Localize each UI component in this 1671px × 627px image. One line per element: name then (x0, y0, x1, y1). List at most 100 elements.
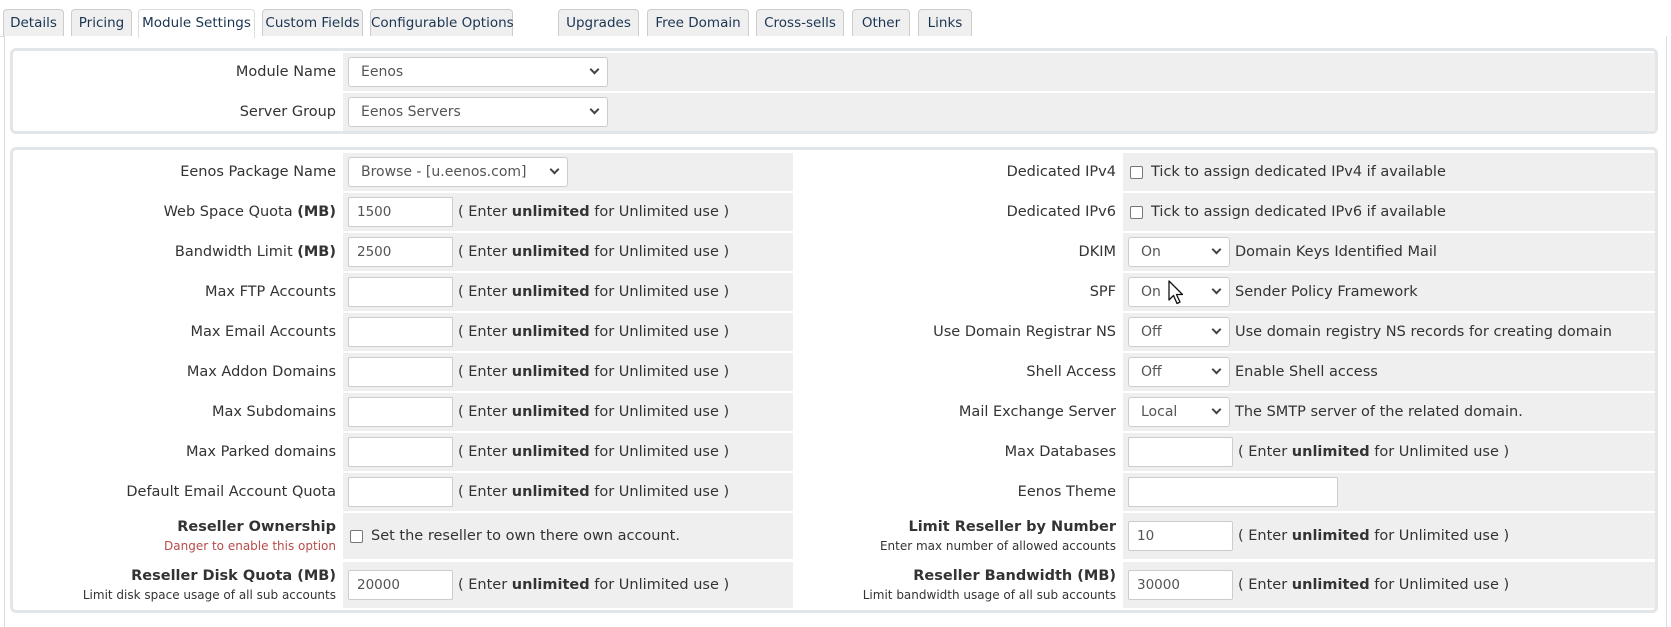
unlimited-hint: ( Enter unlimited for Unlimited use ) (458, 364, 730, 380)
reseller-ownership-checkbox[interactable] (350, 529, 363, 543)
reseller-disk-sublabel: Limit disk space usage of all sub accoun… (82, 588, 336, 602)
tab-links[interactable]: Links (918, 9, 972, 37)
settings-row: Max Email Accounts ( Enter unlimited for… (13, 313, 1655, 351)
reseller-bandwidth-input[interactable]: 30000 (1128, 570, 1233, 600)
addon-domains-input[interactable] (348, 357, 453, 387)
server-group-cell: Eenos Servers (343, 93, 1655, 131)
unlimited-hint: ( Enter unlimited for Unlimited use ) (458, 484, 730, 500)
subdomains-label: Max Subdomains (211, 404, 336, 420)
reseller-disk-cell: 20000 ( Enter unlimited for Unlimited us… (343, 562, 793, 608)
reseller-ownership-label: Reseller Ownership Danger to enable this… (164, 519, 336, 553)
addon-domains-label: Max Addon Domains (186, 364, 336, 380)
reseller-bandwidth-sublabel: Limit bandwidth usage of all sub account… (862, 588, 1116, 602)
settings-row: Web Space Quota (MB) 1500 ( Enter unlimi… (13, 193, 1655, 231)
tab-pricing[interactable]: Pricing (71, 9, 132, 37)
bandwidth-input[interactable]: 2500 (348, 237, 453, 267)
reseller-ownership-cell: Set the reseller to own there own accoun… (343, 513, 793, 559)
tab-module-settings[interactable]: Module Settings (138, 9, 255, 38)
subdomains-input[interactable] (348, 397, 453, 427)
theme-input[interactable] (1128, 477, 1338, 507)
chevron-down-icon (1211, 284, 1222, 295)
module-name-label: Module Name (235, 64, 336, 80)
chevron-down-icon (1211, 404, 1222, 415)
limit-reseller-sublabel: Enter max number of allowed accounts (879, 539, 1116, 553)
ipv6-checkbox-text: Tick to assign dedicated IPv6 if availab… (1151, 204, 1446, 220)
module-name-row: Module Name Eenos (13, 53, 1655, 91)
web-space-input[interactable]: 1500 (348, 197, 453, 227)
tab-configurable-options[interactable]: Configurable Options (370, 9, 514, 37)
dkim-description: Domain Keys Identified Mail (1235, 244, 1437, 260)
parked-domains-input[interactable] (348, 437, 453, 467)
tab-upgrades[interactable]: Upgrades (558, 9, 639, 37)
settings-row: Bandwidth Limit (MB) 2500 ( Enter unlimi… (13, 233, 1655, 271)
shell-access-description: Enable Shell access (1235, 364, 1378, 380)
module-panel: Module Name Eenos Server Group Eenos Ser… (10, 48, 1658, 134)
registrar-ns-select[interactable]: Off (1128, 317, 1230, 347)
chevron-down-icon (589, 104, 600, 115)
dkim-select[interactable]: On (1128, 237, 1230, 267)
limit-reseller-input[interactable]: 10 (1128, 521, 1233, 551)
chevron-down-icon (1211, 364, 1222, 375)
unlimited-hint: ( Enter unlimited for Unlimited use ) (458, 404, 730, 420)
shell-access-label: Shell Access (1026, 364, 1116, 380)
tab-details[interactable]: Details (3, 9, 64, 37)
unlimited-hint: ( Enter unlimited for Unlimited use ) (458, 244, 730, 260)
spf-label: SPF (1089, 284, 1116, 300)
tab-cross-sells[interactable]: Cross-sells (756, 9, 844, 37)
tab-bar: Details Pricing Module Settings Custom F… (0, 0, 1671, 38)
ftp-input[interactable] (348, 277, 453, 307)
ipv4-checkbox[interactable] (1130, 165, 1143, 179)
server-group-row: Server Group Eenos Servers (13, 93, 1655, 131)
module-settings-panel: Eenos Package Name Browse - [u.eenos.com… (10, 147, 1658, 613)
email-quota-label: Default Email Account Quota (126, 484, 336, 500)
danger-warning: Danger to enable this option (164, 539, 336, 553)
tab-free-domain[interactable]: Free Domain (647, 9, 749, 37)
ipv6-label: Dedicated IPv6 (1006, 204, 1116, 220)
bandwidth-label: Bandwidth Limit (MB) (174, 244, 336, 260)
package-name-label: Eenos Package Name (180, 164, 336, 180)
reseller-disk-input[interactable]: 20000 (348, 570, 453, 600)
settings-row: Max Parked domains ( Enter unlimited for… (13, 433, 1655, 471)
ftp-label: Max FTP Accounts (205, 284, 336, 300)
chevron-down-icon (549, 164, 560, 175)
settings-row: Reseller Disk Quota (MB) Limit disk spac… (13, 562, 1655, 608)
package-name-select[interactable]: Browse - [u.eenos.com] (348, 157, 568, 187)
dkim-label: DKIM (1078, 244, 1116, 260)
unlimited-hint: ( Enter unlimited for Unlimited use ) (1238, 444, 1510, 460)
settings-row: Default Email Account Quota ( Enter unli… (13, 473, 1655, 511)
unlimited-hint: ( Enter unlimited for Unlimited use ) (458, 284, 730, 300)
mail-exchange-description: The SMTP server of the related domain. (1235, 404, 1523, 420)
server-group-select[interactable]: Eenos Servers (348, 97, 608, 127)
settings-row: Eenos Package Name Browse - [u.eenos.com… (13, 153, 1655, 191)
registrar-ns-cell: Off Use domain registry NS records for c… (1123, 313, 1655, 351)
ipv4-label: Dedicated IPv4 (1006, 164, 1116, 180)
package-name-cell: Browse - [u.eenos.com] (343, 153, 793, 191)
ipv6-checkbox[interactable] (1130, 205, 1143, 219)
dkim-cell: On Domain Keys Identified Mail (1123, 233, 1655, 271)
mail-exchange-label: Mail Exchange Server (958, 404, 1116, 420)
max-databases-label: Max Databases (1004, 444, 1116, 460)
email-accounts-cell: ( Enter unlimited for Unlimited use ) (343, 313, 793, 351)
registrar-ns-description: Use domain registry NS records for creat… (1235, 324, 1612, 340)
ipv6-cell: Tick to assign dedicated IPv6 if availab… (1123, 193, 1655, 231)
email-accounts-input[interactable] (348, 317, 453, 347)
mouse-pointer-icon (1168, 280, 1184, 305)
chevron-down-icon (1211, 244, 1222, 255)
ipv4-cell: Tick to assign dedicated IPv4 if availab… (1123, 153, 1655, 191)
theme-cell (1123, 473, 1655, 511)
limit-reseller-label: Limit Reseller by Number Enter max numbe… (879, 519, 1116, 553)
unlimited-hint: ( Enter unlimited for Unlimited use ) (458, 204, 730, 220)
unlimited-hint: ( Enter unlimited for Unlimited use ) (458, 577, 730, 593)
shell-access-select[interactable]: Off (1128, 357, 1230, 387)
theme-label: Eenos Theme (1017, 484, 1116, 500)
email-quota-input[interactable] (348, 477, 453, 507)
settings-row: Max Subdomains ( Enter unlimited for Unl… (13, 393, 1655, 431)
settings-row: Max Addon Domains ( Enter unlimited for … (13, 353, 1655, 391)
module-name-select[interactable]: Eenos (348, 57, 608, 87)
max-databases-input[interactable] (1128, 437, 1233, 467)
settings-row: Max FTP Accounts ( Enter unlimited for U… (13, 273, 1655, 311)
tab-custom-fields[interactable]: Custom Fields (262, 9, 363, 37)
mail-exchange-select[interactable]: Local (1128, 397, 1230, 427)
tab-other[interactable]: Other (852, 9, 910, 37)
chevron-down-icon (1211, 324, 1222, 335)
